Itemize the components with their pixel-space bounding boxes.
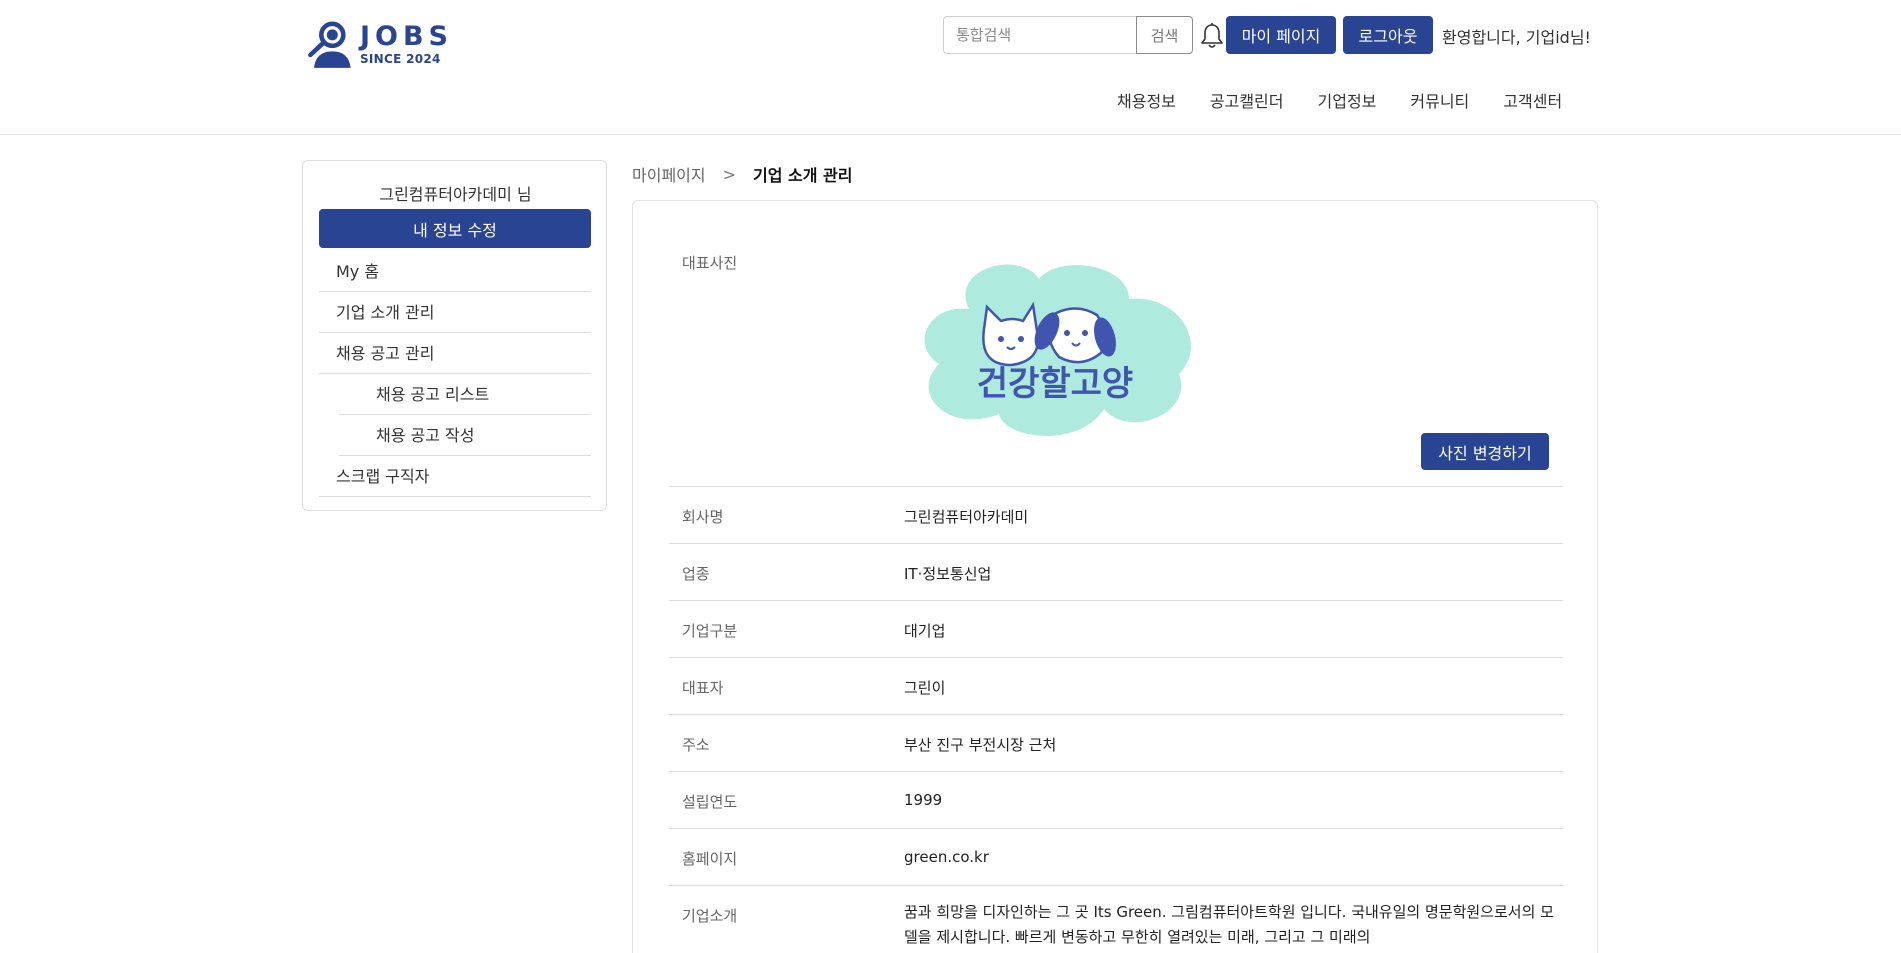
photo-caption-text: 건강할고양: [977, 364, 1133, 404]
info-label: 회사명: [682, 508, 724, 526]
breadcrumb: 마이페이지 > 기업 소개 관리: [632, 162, 852, 186]
sidebar-item-scrap-seekers[interactable]: 스크랩 구직자: [319, 456, 591, 497]
breadcrumb-separator: >: [722, 164, 737, 184]
info-value: 꿈과 희망을 디자인하는 그 곳 Its Green. 그림컴퓨터아트학원 입니…: [904, 903, 1554, 946]
breadcrumb-current: 기업 소개 관리: [753, 166, 853, 185]
logo-person-magnifier-icon: [308, 21, 351, 68]
info-value: 대기업: [904, 622, 946, 640]
mypage-sidebar: 그린컴퓨터아카데미 님 내 정보 수정 My 홈 기업 소개 관리 채용 공고 …: [302, 160, 607, 511]
info-label: 대표자: [682, 679, 724, 697]
main-nav: 채용정보 공고캘린더 기업정보 커뮤니티 고객센터: [1117, 88, 1596, 112]
nav-calendar[interactable]: 공고캘린더: [1210, 88, 1284, 112]
info-value: 부산 진구 부전시장 근처: [904, 736, 1057, 754]
site-logo[interactable]: JOBS SINCE 2024: [303, 16, 453, 72]
search-input[interactable]: [943, 16, 1136, 54]
sidebar-user-name: 그린컴퓨터아카데미 님: [379, 185, 532, 204]
company-profile-card: 대표사진 건강할고양 사진 변경하기 회사명 그린컴퓨터아카데미 업종 IT·정…: [632, 200, 1598, 953]
info-label: 주소: [682, 736, 710, 754]
company-representative-image: 건강할고양: [924, 264, 1191, 436]
info-label: 홈페이지: [682, 850, 738, 868]
info-row-ceo: 대표자 그린이: [669, 657, 1563, 714]
info-value: IT·정보통신업: [904, 565, 992, 583]
breadcrumb-home[interactable]: 마이페이지: [632, 162, 706, 186]
logo-wordmark: JOBS: [359, 21, 453, 52]
info-row-company-type: 기업구분 대기업: [669, 600, 1563, 657]
global-search: 검색: [943, 16, 1193, 54]
info-label: 업종: [682, 565, 710, 583]
search-button[interactable]: 검색: [1136, 16, 1193, 54]
bell-icon[interactable]: [1200, 22, 1224, 50]
info-value: 그린이: [904, 679, 946, 697]
info-label: 기업구분: [682, 622, 738, 640]
info-label: 설립연도: [682, 793, 738, 811]
info-row-address: 주소 부산 진구 부전시장 근처: [669, 714, 1563, 771]
info-value: 1999: [904, 791, 943, 809]
info-value: 그린컴퓨터아카데미: [904, 508, 1029, 526]
logo-tagline: SINCE 2024: [359, 52, 441, 66]
info-label: 기업소개: [682, 907, 738, 925]
info-value[interactable]: green.co.kr: [904, 848, 989, 866]
sidebar-item-job-postings[interactable]: 채용 공고 관리: [319, 333, 591, 374]
change-photo-button[interactable]: 사진 변경하기: [1421, 433, 1549, 470]
nav-jobs[interactable]: 채용정보: [1117, 88, 1176, 112]
sidebar-item-company-intro[interactable]: 기업 소개 관리: [319, 292, 591, 333]
nav-companies[interactable]: 기업정보: [1318, 88, 1377, 112]
sidebar-item-posting-write[interactable]: 채용 공고 작성: [339, 415, 591, 456]
logout-button[interactable]: 로그아웃: [1343, 16, 1433, 54]
info-row-intro: 기업소개 꿈과 희망을 디자인하는 그 곳 Its Green. 그림컴퓨터아트…: [669, 885, 1563, 953]
edit-profile-button[interactable]: 내 정보 수정: [319, 209, 591, 248]
info-row-homepage: 홈페이지 green.co.kr: [669, 828, 1563, 885]
sidebar-item-my-home[interactable]: My 홈: [319, 251, 591, 292]
info-row-industry: 업종 IT·정보통신업: [669, 543, 1563, 600]
sidebar-item-posting-list[interactable]: 채용 공고 리스트: [339, 374, 591, 415]
nav-support[interactable]: 고객센터: [1503, 88, 1562, 112]
photo-label: 대표사진: [682, 254, 738, 272]
site-header: JOBS SINCE 2024 검색 마이 페이지 로그아웃 환영합니다, 기업…: [0, 0, 1901, 135]
nav-community[interactable]: 커뮤니티: [1410, 88, 1469, 112]
company-info-table: 회사명 그린컴퓨터아카데미 업종 IT·정보통신업 기업구분 대기업 대표자 그…: [669, 486, 1563, 953]
welcome-message: 환영합니다, 기업id님!: [1442, 28, 1591, 47]
mypage-button[interactable]: 마이 페이지: [1226, 16, 1336, 54]
info-row-founded: 설립연도 1999: [669, 771, 1563, 828]
info-row-company-name: 회사명 그린컴퓨터아카데미: [669, 486, 1563, 543]
sidebar-menu: My 홈 기업 소개 관리 채용 공고 관리 채용 공고 리스트 채용 공고 작…: [319, 251, 591, 497]
